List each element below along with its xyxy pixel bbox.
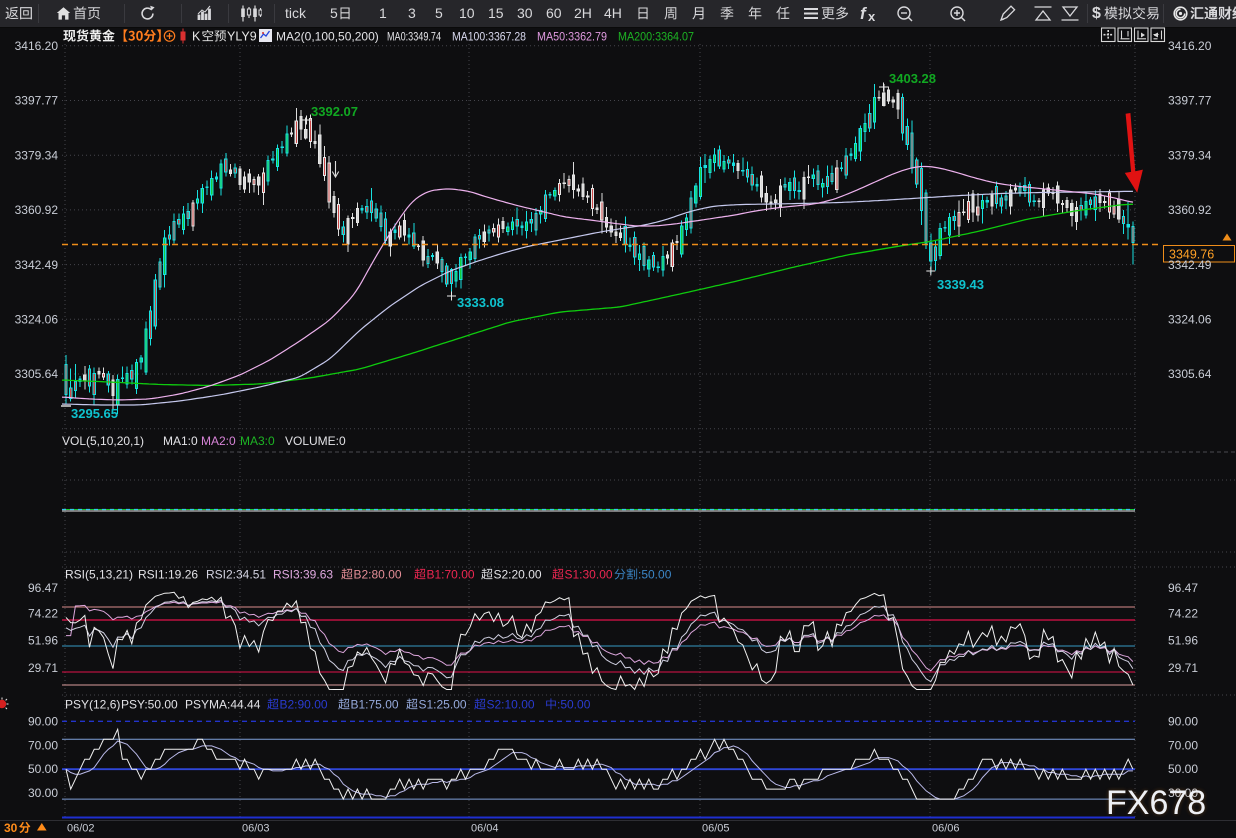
svg-text:PSY(12,6): PSY(12,6) <box>65 698 120 712</box>
svg-text:50.00: 50.00 <box>1168 762 1198 776</box>
svg-text:50.00: 50.00 <box>28 762 58 776</box>
svg-text:06/04: 06/04 <box>471 823 499 835</box>
svg-text:3305.64: 3305.64 <box>15 367 59 381</box>
svg-text:06/02: 06/02 <box>67 823 95 835</box>
svg-text:06/05: 06/05 <box>702 823 730 835</box>
svg-text:3379.34: 3379.34 <box>15 148 59 162</box>
svg-text:3403.28: 3403.28 <box>889 71 936 86</box>
svg-text:RSI2:34.51: RSI2:34.51 <box>206 568 266 582</box>
svg-text:RSI1:19.26: RSI1:19.26 <box>138 568 198 582</box>
svg-text:S1:25.00: S1:25.00 <box>419 698 467 712</box>
svg-text:MA2:0: MA2:0 <box>201 434 236 448</box>
svg-text:96.47: 96.47 <box>28 581 58 595</box>
svg-text:3416.20: 3416.20 <box>1168 39 1212 53</box>
svg-text:3397.77: 3397.77 <box>1168 94 1212 108</box>
svg-text:RSI(5,13,21): RSI(5,13,21) <box>65 568 133 582</box>
svg-text:90.00: 90.00 <box>1168 714 1198 728</box>
svg-text:3416.20: 3416.20 <box>15 39 59 53</box>
svg-text:74.22: 74.22 <box>28 606 58 620</box>
svg-text:3324.06: 3324.06 <box>1168 313 1212 327</box>
svg-text:B2:80.00: B2:80.00 <box>354 568 402 582</box>
svg-text:70.00: 70.00 <box>1168 738 1198 752</box>
svg-text:96.47: 96.47 <box>1168 581 1198 595</box>
svg-text:B1:75.00: B1:75.00 <box>351 698 399 712</box>
svg-text:06/03: 06/03 <box>242 823 270 835</box>
svg-text:MA1:0: MA1:0 <box>163 434 198 448</box>
svg-text:3339.43: 3339.43 <box>937 277 984 292</box>
svg-text:3379.34: 3379.34 <box>1168 148 1212 162</box>
svg-text:70.00: 70.00 <box>28 738 58 752</box>
svg-text:51.96: 51.96 <box>1168 634 1198 648</box>
svg-text:3295.65: 3295.65 <box>71 406 118 421</box>
svg-text:PSYMA:44.44: PSYMA:44.44 <box>185 698 261 712</box>
svg-text:29.71: 29.71 <box>1168 661 1198 675</box>
svg-text:MA0:3349.74: MA0:3349.74 <box>387 30 441 44</box>
svg-text:3333.08: 3333.08 <box>457 295 504 310</box>
svg-text:3397.77: 3397.77 <box>15 94 59 108</box>
svg-text:S2:10.00: S2:10.00 <box>487 698 535 712</box>
svg-text:06/06: 06/06 <box>932 823 960 835</box>
svg-text:30.00: 30.00 <box>28 786 58 800</box>
svg-text:3392.07: 3392.07 <box>311 104 358 119</box>
svg-text:3324.06: 3324.06 <box>15 313 59 327</box>
svg-text:RSI3:39.63: RSI3:39.63 <box>273 568 333 582</box>
svg-text:K: K <box>192 30 201 44</box>
svg-text:FX678: FX678 <box>1106 784 1206 822</box>
svg-text:MA200:3364.07: MA200:3364.07 <box>618 30 694 44</box>
svg-text:3360.92: 3360.92 <box>15 203 59 217</box>
svg-text:74.22: 74.22 <box>1168 606 1198 620</box>
svg-text:29.71: 29.71 <box>28 661 58 675</box>
svg-text:MA3:0: MA3:0 <box>240 434 275 448</box>
svg-text:51.96: 51.96 <box>28 634 58 648</box>
svg-text:S1:30.00: S1:30.00 <box>565 568 613 582</box>
svg-text:3342.49: 3342.49 <box>1168 258 1212 272</box>
svg-text::50.00: :50.00 <box>557 698 591 712</box>
svg-text:YLY9: YLY9 <box>227 30 257 44</box>
svg-text::50.00: :50.00 <box>638 568 672 582</box>
svg-text:3360.92: 3360.92 <box>1168 203 1212 217</box>
svg-text:S2:20.00: S2:20.00 <box>494 568 542 582</box>
svg-text:MA2(0,100,50,200): MA2(0,100,50,200) <box>276 30 379 44</box>
svg-text:B2:90.00: B2:90.00 <box>280 698 328 712</box>
svg-text:3305.64: 3305.64 <box>1168 367 1212 381</box>
svg-text:30: 30 <box>4 821 18 835</box>
svg-text:PSY:50.00: PSY:50.00 <box>121 698 178 712</box>
svg-text:B1:70.00: B1:70.00 <box>427 568 475 582</box>
svg-text:3342.49: 3342.49 <box>15 258 59 272</box>
svg-text:90.00: 90.00 <box>28 714 58 728</box>
svg-text:VOLUME:0: VOLUME:0 <box>285 434 346 448</box>
svg-text:VOL(5,10,20,1): VOL(5,10,20,1) <box>62 434 144 448</box>
svg-text:MA100:3367.28: MA100:3367.28 <box>452 30 526 44</box>
svg-text:MA50:3362.79: MA50:3362.79 <box>537 30 607 44</box>
